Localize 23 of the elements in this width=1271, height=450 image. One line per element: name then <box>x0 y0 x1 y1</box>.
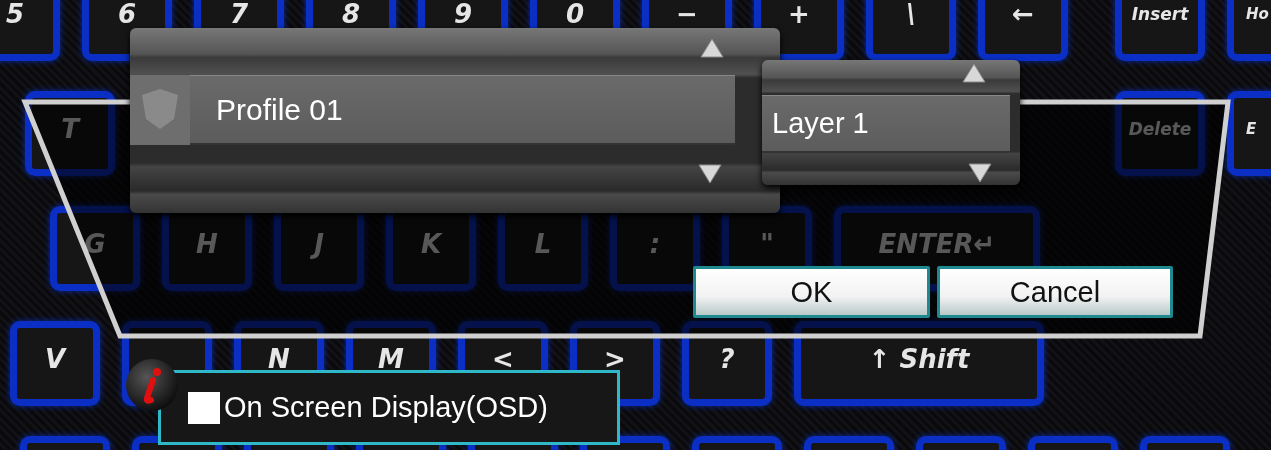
info-icon <box>125 358 179 412</box>
down-arrow-icon[interactable] <box>968 163 992 183</box>
keyboard-key: ? <box>682 321 772 406</box>
logo-icon <box>130 75 190 145</box>
keyboard-key: V <box>10 321 100 406</box>
ok-button[interactable]: OK <box>693 266 930 318</box>
cancel-button[interactable]: Cancel <box>937 266 1173 318</box>
keyboard-key: Ho <box>1227 0 1271 61</box>
layer-field[interactable]: Layer 1 <box>762 95 1010 153</box>
keyboard-key: ← <box>978 0 1068 61</box>
down-arrow-icon[interactable] <box>698 164 722 184</box>
up-arrow-icon[interactable] <box>700 38 724 58</box>
keyboard-key: Insert <box>1115 0 1205 61</box>
keyboard-key: \ <box>866 0 956 61</box>
up-arrow-icon[interactable] <box>962 63 986 83</box>
keyboard-key: 5 <box>0 0 60 61</box>
keyboard-key: G <box>50 206 140 291</box>
keyboard-key: T <box>25 91 115 176</box>
profile-field[interactable]: Profile 01 <box>190 75 735 145</box>
keyboard-key: E <box>1227 91 1271 176</box>
keyboard-key: ↑ Shift <box>794 321 1044 406</box>
osd-checkbox[interactable] <box>188 391 220 424</box>
keyboard-key: Delete <box>1115 91 1205 176</box>
